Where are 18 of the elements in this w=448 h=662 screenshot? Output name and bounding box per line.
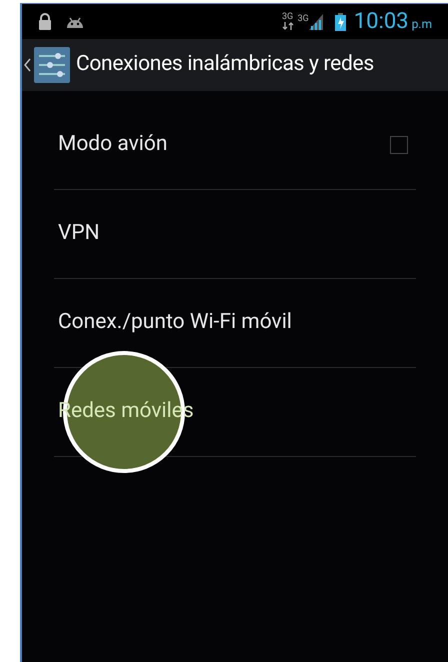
signal-type-label: 3G: [298, 13, 309, 26]
settings-item-label: Conex./punto Wi-Fi móvil: [58, 309, 292, 336]
data-type-label: 3G: [282, 13, 294, 22]
screen-title: Conexiones inalámbricas y redes: [76, 51, 374, 78]
checkbox[interactable]: [390, 136, 408, 154]
settings-item-label: VPN: [58, 220, 100, 248]
settings-item[interactable]: Modo avión: [54, 101, 416, 189]
settings-sliders-icon: [34, 47, 70, 83]
back-caret-icon: [24, 58, 31, 72]
battery-charging-icon: [334, 12, 346, 30]
clock: 10:03 p.m: [354, 8, 432, 36]
android-icon: [66, 16, 84, 28]
settings-item-label: Modo avión: [58, 131, 168, 158]
data-arrows-icon: [282, 22, 294, 30]
settings-item[interactable]: VPN: [54, 190, 416, 278]
settings-item[interactable]: Conex./punto Wi-Fi móvil: [54, 279, 416, 367]
lock-icon: [38, 13, 52, 30]
signal-icon: [308, 14, 323, 30]
